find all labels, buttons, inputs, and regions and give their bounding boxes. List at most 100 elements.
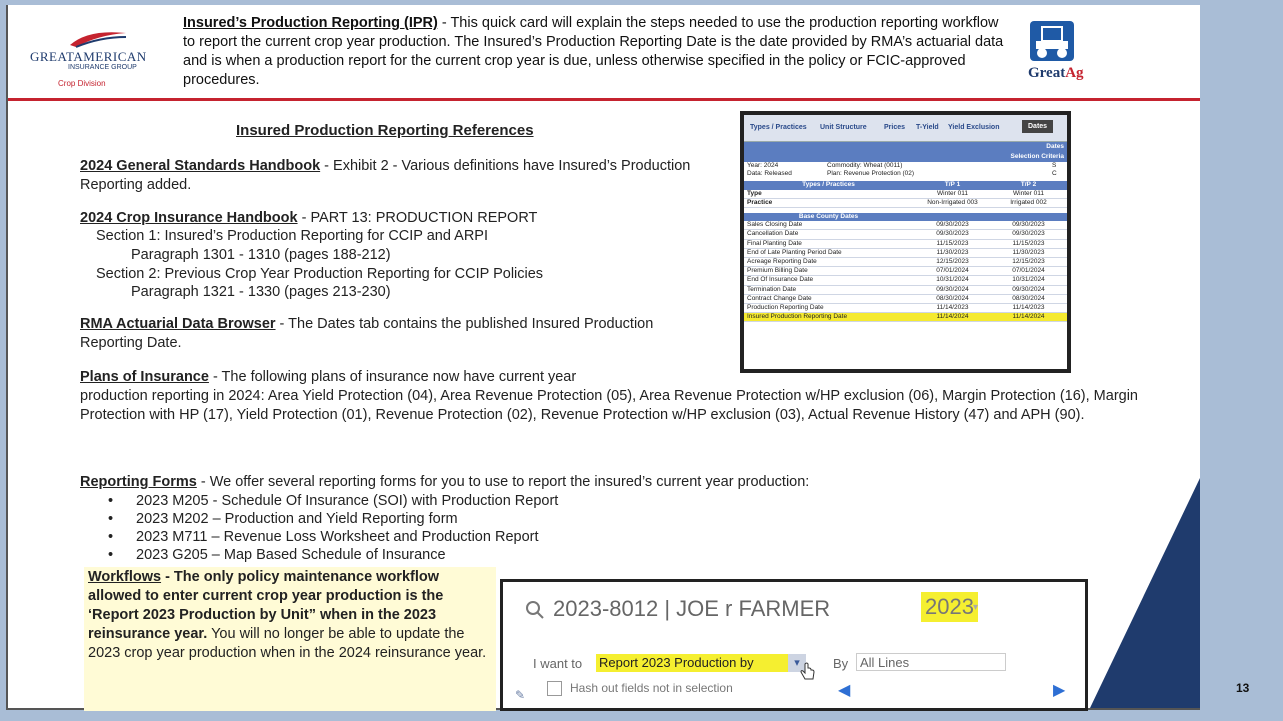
arrow-right-icon[interactable]: ▶ xyxy=(1053,680,1065,700)
greatag-logo: GreatAg xyxy=(1018,19,1098,99)
date-value-tp1: 12/15/2023 xyxy=(936,258,969,266)
date-label: Production Reporting Date xyxy=(747,304,824,312)
date-value-tp2: 09/30/2023 xyxy=(1012,221,1045,229)
action-select[interactable]: Report 2023 Production by xyxy=(596,654,788,672)
plans-link[interactable]: Plans of Insurance xyxy=(80,369,209,385)
date-value-tp2: 09/30/2023 xyxy=(1012,230,1045,238)
dates-table-screenshot: Types / Practices Unit Structure Prices … xyxy=(740,111,1071,373)
date-value-tp2: 07/01/2024 xyxy=(1012,267,1045,275)
date-value-tp1: 07/01/2024 xyxy=(936,267,969,275)
search-icon xyxy=(526,601,544,619)
tab-t-yield[interactable]: T-Yield xyxy=(916,124,939,131)
date-value-tp1: 09/30/2023 xyxy=(936,230,969,238)
arrow-left-icon[interactable]: ◀ xyxy=(838,680,850,700)
base-county-band: Base County Dates xyxy=(744,213,1067,222)
forms-list: • 2023 M205 - Schedule Of Insurance (SOI)… xyxy=(108,492,558,564)
page-number: 13 xyxy=(1236,681,1250,695)
dates-tabs: Types / Practices Unit Structure Prices … xyxy=(744,115,1067,142)
date-label: Premium Billing Date xyxy=(747,267,808,275)
table-row: Acreage Reporting Date 12/15/2023 12/15/20… xyxy=(744,258,1067,268)
gsh-link[interactable]: 2024 General Standards Handbook xyxy=(80,158,320,174)
date-label: Cancellation Date xyxy=(747,230,799,238)
date-label: Acreage Reporting Date xyxy=(747,258,817,266)
rma-paragraph: RMA Actuarial Data Browser - The Dates t… xyxy=(80,316,654,351)
hand-cursor-icon xyxy=(800,662,815,680)
table-row: End of Late Planting Period Date 11/30/20… xyxy=(744,248,1067,259)
table-row: Premium Billing Date 07/01/2024 07/01/2024 xyxy=(744,267,1067,277)
cih-section-2-paragraph: Paragraph 1321 - 1330 (pages 213-230) xyxy=(131,284,391,300)
workflow-ui-screenshot: 2023-8012 | JOE r FARMER 2023 ▾ I want t… xyxy=(500,579,1088,711)
cih-link[interactable]: 2024 Crop Insurance Handbook xyxy=(80,210,298,226)
header-title: Insured’s Production Reporting (IPR) xyxy=(183,15,438,31)
date-label: End Of Insurance Date xyxy=(747,276,814,284)
date-label: Termination Date xyxy=(747,285,797,293)
date-value-tp1: 11/30/2023 xyxy=(936,248,969,256)
tab-types-practices[interactable]: Types / Practices xyxy=(750,124,807,131)
table-row: Cancellation Date 09/30/2023 09/30/2023 xyxy=(744,230,1067,240)
date-rows: Sales Closing Date 09/30/2023 09/30/2023 Ca… xyxy=(744,221,1067,323)
chevron-down-icon[interactable]: ▾ xyxy=(973,602,978,613)
tractor-icon xyxy=(1030,21,1074,61)
great-american-logo: GREATAMERICAN INSURANCE GROUP Crop Divis… xyxy=(30,27,160,97)
date-label: Final Planting Date xyxy=(747,239,802,247)
edit-icon[interactable]: ✎ xyxy=(515,688,525,702)
hash-out-checkbox[interactable]: Hash out fields not in selection xyxy=(547,681,733,697)
date-label: Insured Production Reporting Date xyxy=(747,313,848,321)
year-select[interactable]: 2023 xyxy=(921,592,978,622)
plans-paragraph: Plans of Insurance - The following plans… xyxy=(80,369,1138,423)
slide: GREATAMERICAN INSURANCE GROUP Crop Divis… xyxy=(6,5,1200,711)
greatag-label: GreatAg xyxy=(1028,65,1084,81)
criteria-row: Data: Released Plan: Revenue Protection (… xyxy=(747,170,1057,178)
tab-dates[interactable]: Dates xyxy=(1022,120,1054,133)
date-value-tp2: 11/14/2024 xyxy=(1012,313,1045,321)
table-row: Insured Production Reporting Date 11/14/2… xyxy=(744,313,1067,323)
decorative-wedge xyxy=(1090,478,1200,708)
table-row: Production Reporting Date 11/14/2023 11/14… xyxy=(744,304,1067,314)
cih-section-2: Section 2: Previous Crop Year Production… xyxy=(96,266,544,282)
list-item: • 2023 M202 – Production and Yield Report… xyxy=(108,511,458,527)
workflow-paragraph: Workflows - The only policy maintenance … xyxy=(88,569,487,661)
gsh-paragraph: 2024 General Standards Handbook - Exhibi… xyxy=(80,158,691,193)
tab-prices[interactable]: Prices xyxy=(884,124,905,131)
table-row: Termination Date 09/30/2024 09/30/2024 xyxy=(744,286,1067,295)
table-row: End Of Insurance Date 10/31/2024 10/31/202… xyxy=(744,276,1067,286)
forms-paragraph: Reporting Forms - We offer several repor… xyxy=(80,474,810,490)
criteria-row: Year: 2024 Commodity: Wheat (0011) S xyxy=(747,162,1057,169)
date-value-tp2: 12/15/2023 xyxy=(1012,258,1045,266)
header-description: Insured’s Production Reporting (IPR) - T… xyxy=(183,14,1013,90)
date-label: Sales Closing Date xyxy=(747,221,803,229)
list-item: • 2023 G205 – Map Based Schedule of Insur… xyxy=(108,547,446,563)
lines-select[interactable]: All Lines xyxy=(856,653,1006,671)
tab-yield-exclusion[interactable]: Yield Exclusion xyxy=(948,124,999,131)
tab-unit-structure[interactable]: Unit Structure xyxy=(820,124,867,131)
cih-paragraph: 2024 Crop Insurance Handbook - PART 13: … xyxy=(80,210,538,226)
date-value-tp1: 11/14/2024 xyxy=(936,313,969,321)
date-value-tp1: 10/31/2024 xyxy=(936,276,969,284)
date-label: Contract Change Date xyxy=(747,294,812,302)
cih-section-1-paragraph: Paragraph 1301 - 1310 (pages 188-212) xyxy=(131,247,391,263)
date-value-tp2: 11/30/2023 xyxy=(1012,248,1045,256)
table-row: Type Winter 011 Winter 011 xyxy=(744,190,1067,199)
date-value-tp2: 09/30/2024 xyxy=(1012,285,1045,293)
list-item: • 2023 M205 - Schedule Of Insurance (SOI)… xyxy=(108,493,559,509)
list-item: • 2023 M711 – Revenue Loss Worksheet and … xyxy=(108,529,539,545)
logo-sub-text: INSURANCE GROUP xyxy=(68,64,137,71)
date-value-tp2: 10/31/2024 xyxy=(1012,276,1045,284)
rma-link[interactable]: RMA Actuarial Data Browser xyxy=(80,316,276,332)
checkbox-icon[interactable] xyxy=(547,681,562,697)
selection-criteria-header: Selection Criteria xyxy=(744,152,1067,162)
table-row: Contract Change Date 08/30/2024 08/30/2024 xyxy=(744,294,1067,305)
date-value-tp1: 09/30/2024 xyxy=(936,285,969,293)
table-row: Sales Closing Date 09/30/2023 09/30/2023 xyxy=(744,221,1067,231)
scroll-arrows: ◀ ▶ xyxy=(838,680,1073,699)
table-row: Practice Non-Irrigated 003 Irrigated 002 xyxy=(744,199,1067,209)
forms-link[interactable]: Reporting Forms xyxy=(80,474,197,490)
date-value-tp2: 11/14/2023 xyxy=(1012,304,1045,312)
date-value-tp1: 11/15/2023 xyxy=(936,239,969,247)
date-value-tp1: 11/14/2023 xyxy=(936,304,969,312)
policy-search-input[interactable]: 2023-8012 | JOE r FARMER xyxy=(553,596,830,622)
date-value-tp2: 11/15/2023 xyxy=(1012,239,1045,247)
logo-main-text: GREATAMERICAN xyxy=(30,49,147,64)
by-label: By xyxy=(833,656,849,671)
workflow-link[interactable]: Workflows xyxy=(88,569,161,585)
